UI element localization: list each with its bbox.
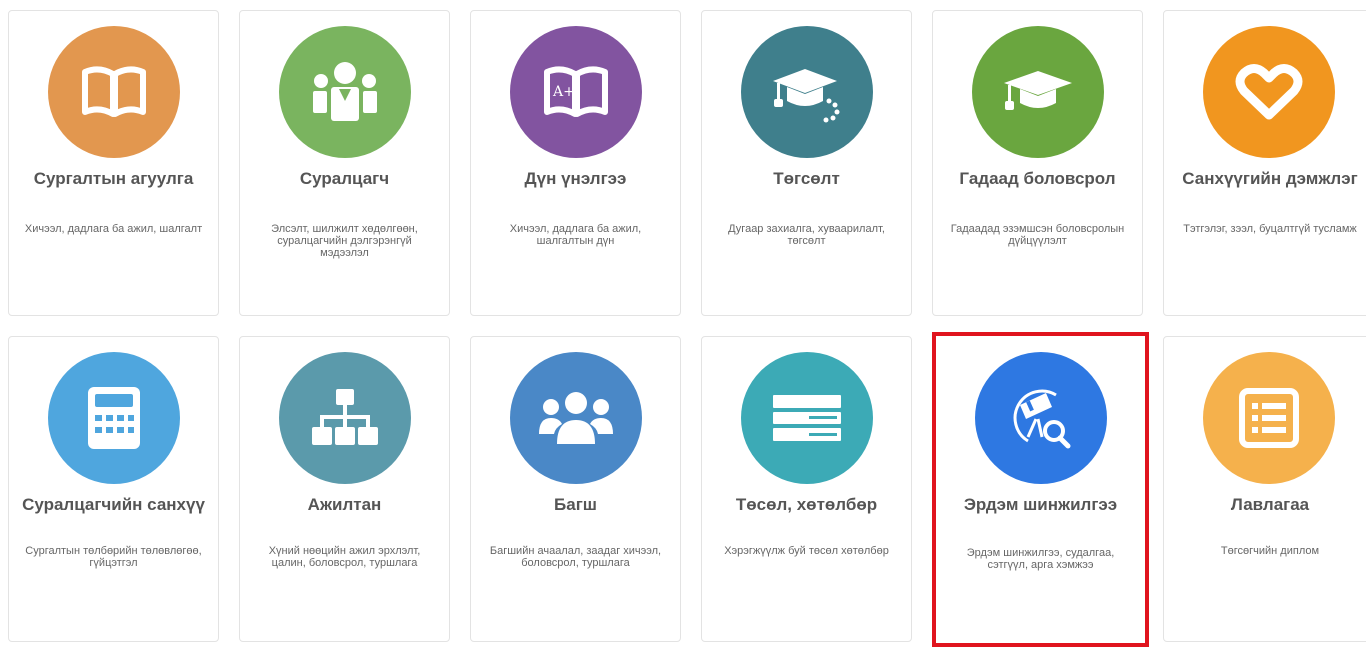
module-card-student-finance[interactable]: Суралцагчийн санхүү Сургалтын төлбөрийн … (8, 336, 219, 642)
module-title: Суралцагчийн санхүү (22, 495, 205, 514)
calculator-icon (87, 387, 140, 449)
module-title: Дүн үнэлгээ (524, 169, 627, 188)
module-card-teacher[interactable]: Багш Багшийн ачаалал, заадаг хичээл, бол… (470, 336, 681, 642)
module-description: Төгсөгчийн диплом (1220, 545, 1320, 557)
module-card-foreign-education[interactable]: Гадаад боловсрол Гадаадад эзэмшсэн болов… (932, 10, 1143, 316)
module-card-grades[interactable]: A+ Дүн үнэлгээ Хичээл, дадлага ба ажил, … (470, 10, 681, 316)
module-icon-circle (509, 352, 642, 484)
graded-book-icon: A+ (543, 66, 608, 117)
module-icon-circle (971, 26, 1104, 158)
open-book-icon (81, 66, 146, 117)
module-card-staff[interactable]: Ажилтан Хүний нөөцийн ажил эрхлэлт, цали… (239, 336, 450, 642)
module-card-curriculum[interactable]: Сургалтын агуулга Хичээл, дадлага ба ажи… (8, 10, 219, 316)
module-title: Ажилтан (307, 495, 382, 514)
module-description: Эрдэм шинжилгээ, судалгаа, сэтгүүл, арга… (966, 547, 1115, 571)
module-description: Хэрэгжүүлж буй төсөл хөтөлбөр (724, 545, 889, 557)
module-description: Дугаар захиалга, хуваарилалт, төгсөлт (728, 223, 885, 247)
module-card-research[interactable]: Эрдэм шинжилгээ Эрдэм шинжилгээ, судалга… (932, 332, 1149, 647)
module-description: Хүний нөөцийн ажил эрхлэлт, цалин, болов… (268, 545, 421, 569)
module-icon-circle (974, 352, 1107, 484)
module-title: Төгсөлт (773, 169, 840, 188)
module-title: Лавлагаа (1230, 495, 1310, 514)
svg-text:A+: A+ (552, 84, 575, 100)
module-description: Элсэлт, шилжилт хөдөлгөөн, суралцагчийн … (271, 223, 418, 259)
graduation-cap-icon (1003, 71, 1072, 110)
org-chart-icon (311, 389, 378, 445)
telescope-search-icon (1013, 389, 1070, 449)
module-icon-circle (1203, 26, 1335, 158)
module-icon-circle (47, 26, 180, 158)
module-description: Хичээл, дадлага ба ажил, шалгалт (24, 223, 203, 235)
module-card-reference[interactable]: Лавлагаа Төгсөгчийн диплом (1163, 336, 1366, 642)
module-description: Тэтгэлэг, зээл, буцалтгүй тусламж (1183, 223, 1357, 235)
module-icon-circle (47, 352, 180, 484)
module-card-projects[interactable]: Төсөл, хөтөлбөр Хэрэгжүүлж буй төсөл хөт… (701, 336, 912, 642)
module-description: Хичээл, дадлага ба ажил, шалгалтын дүн (509, 223, 642, 247)
graduation-cap-loading-icon (772, 69, 839, 123)
module-title: Эрдэм шинжилгээ (963, 495, 1118, 514)
module-card-financial-aid[interactable]: Санхүүгийн дэмжлэг Тэтгэлэг, зээл, буцал… (1163, 10, 1366, 316)
module-icon-circle (740, 352, 873, 484)
module-icon-circle: A+ (509, 26, 642, 158)
module-title: Суралцагч (299, 169, 390, 188)
module-icon-circle (278, 26, 411, 158)
module-card-graduation[interactable]: Төгсөлт Дугаар захиалга, хуваарилалт, тө… (701, 10, 912, 316)
module-title: Төсөл, хөтөлбөр (735, 495, 878, 514)
list-bars-icon (772, 395, 841, 441)
module-grid: Сургалтын агуулга Хичээл, дадлага ба ажи… (0, 0, 1366, 647)
module-card-student[interactable]: Суралцагч Элсэлт, шилжилт хөдөлгөөн, сур… (239, 10, 450, 316)
module-description: Гадаадад эзэмшсэн боловсролын дүйцүүлэлт (950, 223, 1125, 247)
heart-icon (1235, 64, 1303, 120)
module-icon-circle (1203, 352, 1335, 484)
module-description: Багшийн ачаалал, заадаг хичээл, боловсро… (489, 545, 662, 569)
module-title: Гадаад боловсрол (959, 169, 1116, 188)
teachers-group-icon (538, 392, 613, 444)
module-description: Сургалтын төлбөрийн төлөвлөгөө, гүйцэтгэ… (25, 545, 202, 569)
module-icon-circle (740, 26, 873, 158)
module-title: Сургалтын агуулга (33, 169, 194, 188)
module-icon-circle (278, 352, 411, 484)
module-title: Багш (554, 495, 597, 514)
module-title: Санхүүгийн дэмжлэг (1182, 169, 1358, 188)
students-group-icon (312, 62, 377, 121)
list-document-icon (1239, 388, 1299, 448)
